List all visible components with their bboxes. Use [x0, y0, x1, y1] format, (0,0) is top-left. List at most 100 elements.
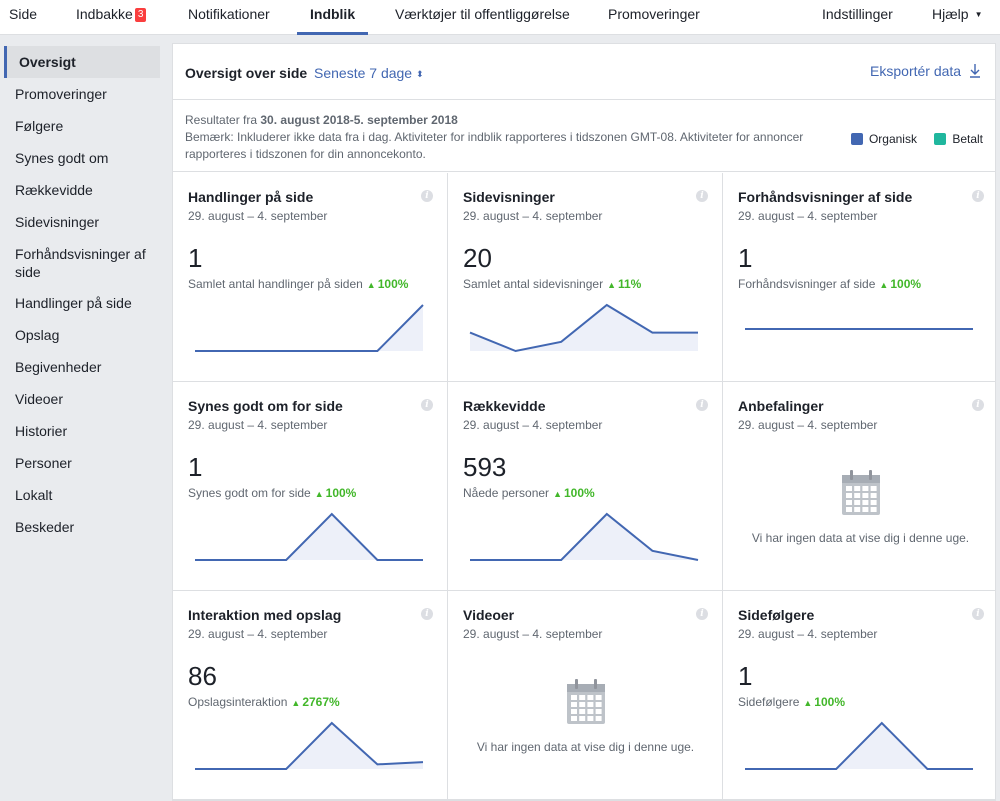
- results-prefix: Resultater fra: [185, 113, 258, 127]
- sidebar-item[interactable]: Opslag: [0, 319, 165, 351]
- sidebar-item-label: Sidevisninger: [15, 214, 100, 230]
- delta-value: 100%: [377, 277, 409, 291]
- sparkline-chart: [195, 512, 423, 561]
- metric-card[interactable]: Synes godt om for side 29. august – 4. se…: [173, 382, 448, 591]
- nav-help[interactable]: Hjælp ▼: [932, 0, 983, 35]
- sidebar-item[interactable]: Synes godt om: [0, 142, 165, 174]
- info-icon[interactable]: i: [421, 190, 433, 202]
- info-icon[interactable]: i: [696, 399, 708, 411]
- sidebar-item[interactable]: Handlinger på side: [0, 287, 165, 319]
- info-icon[interactable]: i: [972, 190, 984, 202]
- period-selector[interactable]: Seneste 7 dage ⬍: [314, 65, 424, 81]
- metric-label-text: Samlet antal sidevisninger: [463, 277, 604, 291]
- card-metric-value: 20: [463, 243, 492, 273]
- sidebar-item-label: Rækkevidde: [15, 182, 93, 198]
- sidebar-item-label: Forhåndsvisninger af side: [15, 246, 146, 280]
- legend-organic: Organisk: [868, 132, 917, 146]
- sparkline-chart: [470, 512, 699, 561]
- metric-card[interactable]: Rækkevidde 29. august – 4. september i 593 N…: [448, 382, 723, 591]
- nav-settings[interactable]: Indstillinger: [822, 0, 893, 35]
- delta-indicator: ▲ 11%: [607, 277, 641, 291]
- up-triangle-icon: ▲: [314, 489, 324, 499]
- info-icon[interactable]: i: [972, 608, 984, 620]
- sidebar-item[interactable]: Videoer: [0, 383, 165, 415]
- info-icon[interactable]: i: [421, 608, 433, 620]
- sparkline-chart: [745, 721, 973, 770]
- metric-card[interactable]: Sidefølgere 29. august – 4. september i 1 Si…: [723, 591, 995, 800]
- sidebar-item[interactable]: Personer: [0, 447, 165, 479]
- sidebar-item[interactable]: Rækkevidde: [0, 174, 165, 206]
- card-metric-value: 593: [463, 452, 507, 482]
- metric-label-text: Sidefølgere: [738, 695, 800, 709]
- no-data-message: Vi har ingen data at vise dig i denne ug…: [751, 531, 970, 545]
- up-triangle-icon: ▲: [366, 280, 376, 290]
- card-metric-label: Sidefølgere ▲ 100%: [738, 695, 845, 709]
- nav-tab-label: Indbakke: [76, 6, 133, 22]
- chart-legend: Organisk Betalt: [850, 132, 983, 146]
- sidebar-item[interactable]: Promoveringer: [0, 78, 165, 110]
- card-metric-value: 1: [738, 243, 753, 273]
- delta-value: 100%: [814, 695, 845, 709]
- sidebar-item[interactable]: Sidevisninger: [0, 206, 165, 238]
- card-title: Anbefalinger: [738, 398, 824, 414]
- sidebar-item[interactable]: Begivenheder: [0, 351, 165, 383]
- sidebar-item-label: Beskeder: [15, 519, 75, 535]
- card-title: Synes godt om for side: [188, 398, 343, 414]
- export-label: Eksportér data: [870, 63, 962, 79]
- sidebar-item[interactable]: Beskeder: [0, 511, 165, 543]
- nav-tab-notifications[interactable]: Notifikationer: [188, 0, 270, 35]
- sidebar-item[interactable]: Følgere: [0, 110, 165, 142]
- card-date-range: 29. august – 4. september: [738, 209, 878, 223]
- nav-tab-inbox[interactable]: Indbakke 3: [76, 0, 147, 35]
- metric-card[interactable]: Videoer 29. august – 4. september i Vi har …: [448, 591, 723, 800]
- unread-count-badge: 3: [134, 8, 147, 22]
- sidebar-item[interactable]: Forhåndsvisninger af side: [0, 238, 165, 282]
- metric-card[interactable]: Handlinger på side 29. august – 4. septem…: [173, 173, 448, 382]
- metric-label-text: Forhåndsvisninger af side: [738, 277, 876, 291]
- card-date-range: 29. august – 4. september: [188, 418, 328, 432]
- delta-value: 100%: [563, 486, 595, 500]
- card-date-range: 29. august – 4. september: [463, 209, 603, 223]
- sidebar-item-label: Oversigt: [19, 54, 76, 70]
- nav-tab-label: Værktøjer til offentliggørelse: [395, 6, 570, 22]
- no-data-message: Vi har ingen data at vise dig i denne ug…: [476, 740, 695, 754]
- card-metric-value: 1: [738, 661, 753, 691]
- sidebar-item-label: Lokalt: [15, 487, 53, 503]
- info-icon[interactable]: i: [696, 190, 708, 202]
- info-icon[interactable]: i: [421, 399, 433, 411]
- sidebar-item-label: Begivenheder: [15, 359, 102, 375]
- metric-card[interactable]: Interaktion med opslag 29. august – 4. se…: [173, 591, 448, 800]
- sparkline-area: [470, 305, 698, 351]
- sparkline-chart: [195, 304, 424, 352]
- export-data-button[interactable]: Eksportér data: [870, 63, 981, 79]
- up-triangle-icon: ▲: [607, 280, 616, 290]
- nav-tab-publishing-tools[interactable]: Værktøjer til offentliggørelse: [395, 0, 570, 35]
- metric-label-text: Opslagsinteraktion: [188, 695, 288, 709]
- card-metric-label: Synes godt om for side ▲ 100%: [188, 486, 356, 500]
- sidebar-item[interactable]: Oversigt: [4, 46, 160, 78]
- metric-card[interactable]: Forhåndsvisninger af side 29. august – 4.…: [723, 173, 995, 382]
- delta-value: 100%: [325, 486, 357, 500]
- delta-value: 11%: [618, 277, 642, 291]
- sidebar-item-label: Følgere: [15, 118, 64, 134]
- card-title: Videoer: [463, 607, 515, 623]
- delta-value: 100%: [890, 277, 922, 291]
- info-icon[interactable]: i: [972, 399, 984, 411]
- delta-indicator: ▲ 100%: [803, 695, 845, 709]
- nav-tab-side[interactable]: Side: [9, 0, 37, 35]
- up-triangle-icon: ▲: [803, 698, 813, 708]
- metric-card[interactable]: Anbefalinger 29. august – 4. september i Vi…: [723, 382, 995, 591]
- metric-label-text: Samlet antal handlinger på siden: [188, 277, 363, 291]
- card-date-range: 29. august – 4. september: [463, 627, 603, 641]
- nav-tab-insights[interactable]: Indblik: [297, 0, 369, 35]
- results-range: 30. august 2018-5. september 2018: [260, 113, 458, 127]
- card-metric-label: Nåede personer ▲ 100%: [463, 486, 595, 500]
- sidebar-item[interactable]: Lokalt: [0, 479, 165, 511]
- info-icon[interactable]: i: [696, 608, 708, 620]
- card-date-range: 29. august – 4. september: [188, 209, 328, 223]
- metric-card[interactable]: Sidevisninger 29. august – 4. september i 2…: [448, 173, 723, 382]
- nav-tab-promotions[interactable]: Promoveringer: [608, 0, 700, 35]
- card-date-range: 29. august – 4. september: [463, 418, 603, 432]
- sidebar-item[interactable]: Historier: [0, 415, 165, 447]
- card-metric-value: 86: [188, 661, 217, 691]
